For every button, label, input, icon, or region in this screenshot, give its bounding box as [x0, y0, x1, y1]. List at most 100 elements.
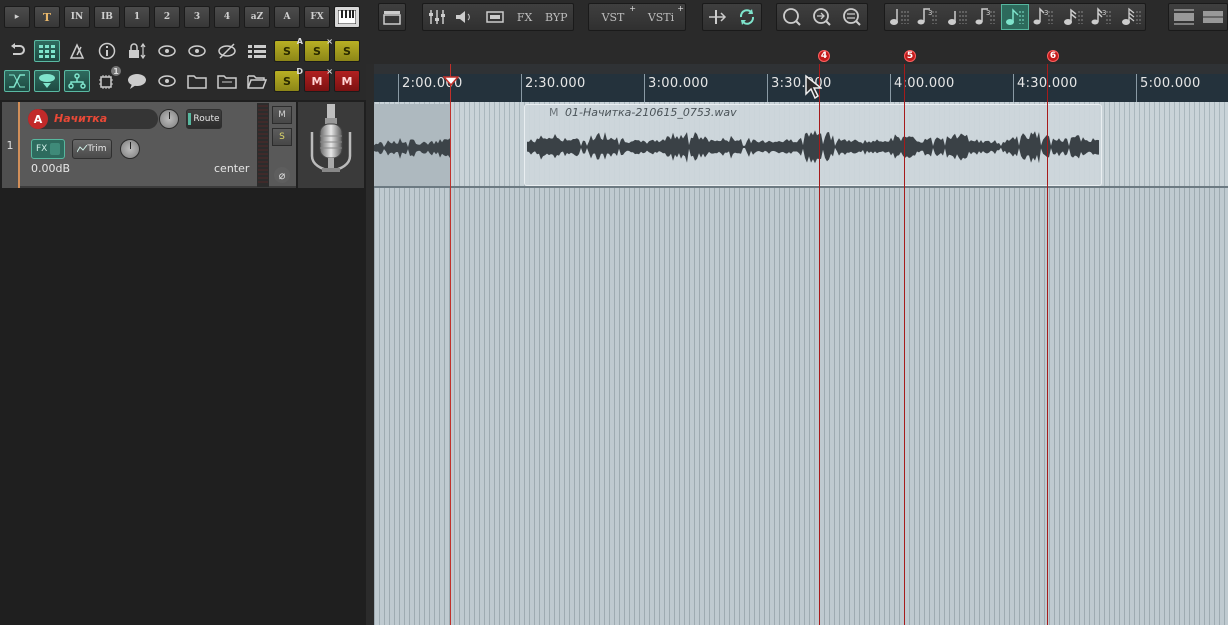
solo-defeat-button[interactable]: SD: [274, 67, 303, 92]
track-number-label: 1: [6, 138, 14, 152]
hide-button[interactable]: [214, 40, 240, 62]
folder-icon: [187, 75, 207, 89]
toolbar-2-button[interactable]: 2: [154, 6, 180, 28]
undo-button[interactable]: [4, 40, 30, 62]
marker-5[interactable]: 5: [904, 50, 916, 62]
toolbar-t-button[interactable]: T: [34, 6, 60, 28]
record-arm-button[interactable]: A: [28, 109, 48, 129]
solo-button-track[interactable]: S: [272, 128, 292, 146]
toolbar-1-button[interactable]: 1: [124, 6, 150, 28]
unsolo-button[interactable]: S ×: [304, 37, 333, 62]
toolbar-fx-button[interactable]: FX: [304, 6, 330, 28]
metronome-button[interactable]: [64, 40, 90, 62]
route-button[interactable]: Route: [186, 109, 222, 129]
tick-line: [1136, 74, 1137, 102]
grid-note-8-button[interactable]: 3: [1087, 4, 1116, 30]
folder-button[interactable]: [184, 70, 210, 92]
edit-cursor[interactable]: [450, 64, 451, 625]
solo-button[interactable]: S: [334, 40, 360, 62]
track-collapse-button[interactable]: [1198, 4, 1227, 30]
monitor-button[interactable]: [480, 4, 510, 30]
track-name-field[interactable]: A Начитка: [28, 109, 158, 129]
comment-button[interactable]: [124, 70, 150, 92]
route-indicator: [188, 113, 192, 125]
grid-note-5-button[interactable]: [1000, 4, 1030, 30]
marker-lane[interactable]: [374, 64, 1228, 74]
meter-segments: [258, 105, 268, 185]
grid-note-2-button[interactable]: 3: [914, 4, 943, 30]
grid-note-9-button[interactable]: [1116, 4, 1145, 30]
toolbar-in-button[interactable]: IN: [64, 6, 90, 28]
bypass-label: BYP: [544, 10, 568, 24]
panel-divider[interactable]: [366, 64, 374, 625]
fx-button[interactable]: FX: [510, 4, 540, 30]
track-control-panel[interactable]: 1 A Начитка Route FX Trim 0.00dB center: [2, 102, 296, 188]
grid-note-1-button[interactable]: [885, 4, 914, 30]
clapper-button[interactable]: [379, 4, 405, 30]
zoom-button[interactable]: [777, 4, 807, 30]
media-item[interactable]: M 01-Начитка-210615_0753.wav: [524, 104, 1102, 186]
record-arm-label: A: [33, 112, 43, 126]
toolbar-row-1: ▸ T IN IB 1 2 3 4 aZ A FX: [4, 6, 364, 28]
link-button[interactable]: [64, 70, 90, 92]
zoom-icon: [783, 8, 801, 26]
show-envelope-button[interactable]: [154, 40, 180, 62]
pan-knob[interactable]: [120, 139, 140, 159]
grid-note-3-button[interactable]: [943, 4, 972, 30]
play-button[interactable]: ▸: [4, 6, 30, 28]
show-all-button[interactable]: [184, 40, 210, 62]
vsti-button[interactable]: VSTi +: [637, 4, 685, 30]
toolbar-3-button[interactable]: 3: [184, 6, 210, 28]
fx-chain-button[interactable]: FX: [31, 139, 65, 159]
loop-button[interactable]: [732, 4, 761, 30]
list-button[interactable]: [244, 40, 270, 62]
mute-button-track[interactable]: M: [272, 106, 292, 124]
grid-note-4-button[interactable]: 3: [972, 4, 1001, 30]
media-item-left[interactable]: [374, 104, 451, 186]
split-button[interactable]: [703, 4, 732, 30]
bypass-button[interactable]: BYP: [539, 4, 573, 30]
grid-note-6-button[interactable]: 3: [1029, 4, 1058, 30]
toolbar-4-button[interactable]: 4: [214, 6, 240, 28]
unmute-all-button[interactable]: M ×: [304, 67, 333, 92]
piano-button[interactable]: [334, 6, 360, 28]
grid-note-7-button[interactable]: [1058, 4, 1087, 30]
track-height-button[interactable]: [1169, 4, 1198, 30]
subfolder-button[interactable]: [214, 70, 240, 92]
zoom-to-selection-button[interactable]: [807, 4, 837, 30]
toolbar-az-button[interactable]: aZ: [244, 6, 270, 28]
vst-button[interactable]: VST +: [589, 4, 637, 30]
envelope-button[interactable]: [4, 70, 30, 92]
track-icon-area[interactable]: [298, 102, 364, 188]
track-number[interactable]: 1: [2, 102, 20, 188]
trim-button[interactable]: Trim: [72, 139, 112, 159]
toolbar-ib-button[interactable]: IB: [94, 6, 120, 28]
fx-bypass-toggle[interactable]: [50, 143, 61, 155]
zoom-fit-icon: [843, 8, 861, 26]
grid-division-group: 3 3 3 3: [884, 3, 1146, 31]
toolbar-ib-label: IB: [101, 12, 113, 22]
toolbar-a-button[interactable]: A: [274, 6, 300, 28]
ripple-button[interactable]: [34, 70, 60, 92]
unsolo-label: S: [313, 44, 321, 58]
unsolo-sup: ×: [326, 37, 333, 46]
volume-button[interactable]: [451, 4, 481, 30]
volume-knob[interactable]: [159, 109, 179, 129]
tick-line: [767, 74, 768, 102]
lock-button[interactable]: [124, 40, 150, 62]
sixteenth-note-icon: [1063, 8, 1083, 25]
open-folder-button[interactable]: [244, 70, 270, 92]
toolbar-4-label: 4: [223, 12, 231, 22]
zoom-project-button[interactable]: [837, 4, 867, 30]
mixer-button[interactable]: [423, 4, 451, 30]
show-hidden-button[interactable]: [154, 70, 180, 92]
grid-button[interactable]: [34, 40, 60, 62]
solo-all-button[interactable]: SA: [274, 37, 303, 62]
timeline-ruler[interactable]: 2:00.000 2:30.000 3:00.000 3:30.000 4:00…: [374, 64, 1228, 102]
marker-6[interactable]: 6: [1047, 50, 1059, 62]
phase-button[interactable]: ⌀: [274, 167, 290, 183]
info-button[interactable]: [94, 40, 120, 62]
marker-4[interactable]: 4: [818, 50, 830, 62]
chip-button[interactable]: 1: [94, 66, 121, 92]
mute-button[interactable]: M: [334, 70, 360, 92]
